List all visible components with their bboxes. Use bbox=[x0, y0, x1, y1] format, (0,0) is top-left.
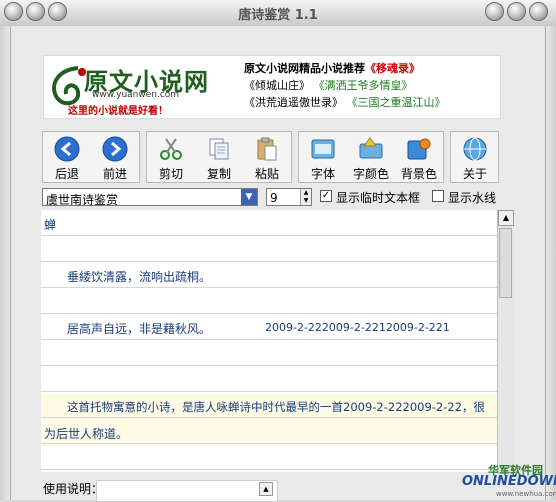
font-size-value: 9 bbox=[270, 191, 278, 205]
copy-icon bbox=[209, 138, 229, 160]
logo-slogan: 这里的小说就是好看！ bbox=[68, 106, 168, 117]
stepper-up-icon[interactable]: ▲ bbox=[300, 189, 311, 197]
poem-select[interactable]: 虞世南诗鉴赏 ▼ bbox=[42, 188, 258, 207]
vertical-scrollbar[interactable]: ▲ bbox=[497, 210, 514, 472]
font-color-button[interactable]: 字颜色 bbox=[347, 131, 395, 183]
scroll-up-icon[interactable]: ▲ bbox=[498, 210, 514, 226]
cut-label: 剪切 bbox=[158, 167, 183, 181]
promo-link[interactable]: 《满洒王爷多情皇》 bbox=[314, 79, 413, 92]
logo-url: www.yuanwen.com bbox=[92, 90, 180, 100]
ad-banner[interactable]: 原文小说网 www.yuanwen.com 这里的小说就是好看！ 原文小说网精品… bbox=[43, 55, 501, 119]
forward-button[interactable]: 前进 bbox=[91, 131, 139, 183]
checkbox-unchecked-icon[interactable] bbox=[432, 190, 444, 202]
ruled-line bbox=[41, 235, 497, 236]
copy-label: 复制 bbox=[206, 167, 231, 181]
window-frame-left bbox=[0, 26, 11, 500]
poem-text-area[interactable]: 蝉 垂緌饮清露，流响出疏桐。 居高声自远，非是藉秋风。 2009-2-22200… bbox=[41, 210, 497, 472]
window-menu-button[interactable] bbox=[529, 2, 548, 21]
window-collapse-button[interactable] bbox=[485, 2, 504, 21]
font-label: 字体 bbox=[310, 167, 335, 181]
font-size-stepper[interactable]: 9 ▲ ▼ bbox=[266, 188, 312, 206]
ruled-line bbox=[41, 287, 497, 288]
show-temp-textbox-label: 显示临时文本框 bbox=[336, 191, 421, 205]
ruled-line bbox=[41, 391, 497, 392]
checkbox-checked-icon[interactable]: ✓ bbox=[320, 190, 332, 202]
watermark-line3: www.newhua.com bbox=[496, 490, 556, 498]
window-title: 唐诗鉴赏 1.1 bbox=[238, 8, 318, 23]
promo-link[interactable]: 《倾城山庄》 bbox=[244, 79, 310, 92]
paste-icon bbox=[257, 137, 277, 161]
back-arrow-icon bbox=[54, 136, 80, 162]
commentary-line: 为后世人称道。 bbox=[44, 427, 129, 441]
ruled-line bbox=[41, 443, 497, 444]
site-logo[interactable]: 原文小说网 www.yuanwen.com 这里的小说就是好看！ bbox=[48, 58, 238, 117]
copy-button[interactable]: 复制 bbox=[195, 131, 243, 183]
paste-button[interactable]: 粘贴 bbox=[243, 131, 291, 183]
poem-line: 垂緌饮清露，流响出疏桐。 bbox=[67, 270, 212, 284]
usage-label: 使用说明： bbox=[43, 482, 104, 496]
background-color-icon bbox=[407, 138, 431, 160]
chevron-down-icon[interactable]: ▼ bbox=[241, 189, 257, 205]
back-button[interactable]: 后退 bbox=[43, 131, 91, 183]
window-frame-right bbox=[545, 26, 556, 500]
ruled-line bbox=[41, 339, 497, 340]
title-bar: 唐诗鉴赏 1.1 bbox=[0, 0, 556, 27]
background-color-label: 背景色 bbox=[400, 167, 437, 181]
font-icon bbox=[311, 139, 335, 159]
promo-text[interactable]: 原文小说网精品小说推荐《移魂录》 《倾城山庄》 《满洒王爷多情皇》 《洪荒逍遥傲… bbox=[244, 60, 496, 111]
promo-link[interactable]: 《三国之重温江山》 bbox=[347, 96, 446, 109]
stepper-down-icon[interactable]: ▼ bbox=[300, 197, 311, 205]
ruled-line bbox=[41, 313, 497, 314]
paste-label: 粘贴 bbox=[254, 167, 279, 181]
ruled-line bbox=[41, 469, 497, 470]
commentary-line: 这首托物寓意的小诗，是唐人咏蝉诗中时代最早的一首2009-2-222009-2-… bbox=[67, 400, 486, 414]
promo-title: 原文小说网精品小说推荐 bbox=[244, 62, 365, 75]
show-watermark-label: 显示水线 bbox=[448, 191, 497, 205]
window-pin-button[interactable] bbox=[507, 2, 526, 21]
poem-title: 蝉 bbox=[44, 218, 57, 232]
usage-text-area[interactable] bbox=[96, 480, 278, 502]
promo-book-link[interactable]: 《移魂录》 bbox=[365, 62, 420, 75]
scissors-icon bbox=[160, 138, 182, 160]
about-label: 关于 bbox=[462, 167, 487, 181]
forward-label: 前进 bbox=[102, 167, 127, 181]
font-button[interactable]: 字体 bbox=[299, 131, 347, 183]
watermark-line2: ONLINEDOWN bbox=[462, 474, 556, 489]
promo-link[interactable]: 《洪荒逍遥傲世录》 bbox=[244, 96, 343, 109]
globe-icon bbox=[463, 137, 487, 161]
ruled-line bbox=[41, 365, 497, 366]
forward-arrow-icon bbox=[102, 136, 128, 162]
poem-line: 居高声自远，非是藉秋风。 bbox=[67, 322, 212, 336]
background-color-button[interactable]: 背景色 bbox=[395, 131, 443, 183]
ruled-line bbox=[41, 417, 497, 418]
cut-button[interactable]: 剪切 bbox=[147, 131, 195, 183]
site-watermark: 华军软件园 ONLINEDOWN www.newhua.com bbox=[456, 460, 556, 500]
ruled-line bbox=[41, 261, 497, 262]
poem-line-dates: 2009-2-222009-2-2212009-2-221 bbox=[265, 321, 450, 334]
font-color-icon bbox=[359, 137, 383, 159]
poem-select-value: 虞世南诗鉴赏 bbox=[46, 193, 119, 207]
scrollbar-thumb[interactable] bbox=[499, 228, 512, 298]
font-color-label: 字颜色 bbox=[352, 167, 389, 181]
back-label: 后退 bbox=[54, 167, 79, 181]
about-button[interactable]: 关于 bbox=[451, 131, 499, 183]
scroll-up-icon[interactable]: ▲ bbox=[259, 482, 273, 496]
